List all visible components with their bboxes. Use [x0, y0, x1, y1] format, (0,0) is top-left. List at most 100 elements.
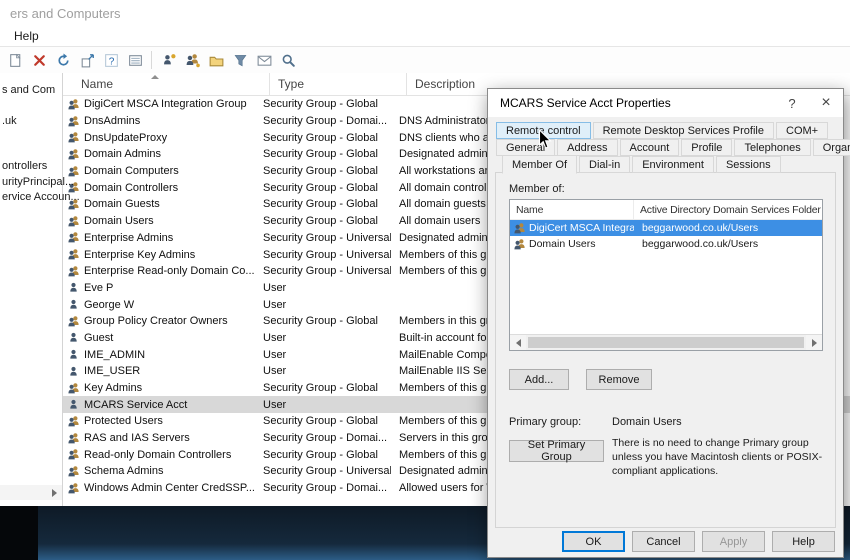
member-of-list: Name Active Directory Domain Services Fo… [509, 199, 823, 351]
cell-type: Security Group - Global [263, 448, 378, 461]
tab-profile[interactable]: Profile [681, 139, 733, 156]
cell-name: Enterprise Key Admins [63, 248, 255, 261]
tree-item[interactable]: urityPrincipal... [2, 176, 74, 188]
export-list-icon[interactable] [76, 49, 98, 71]
cell-name: MCARS Service Acct [63, 398, 255, 411]
object-name: George W [84, 298, 135, 311]
set-filter-icon[interactable] [229, 49, 251, 71]
window-titlebar: ers and Computers [0, 0, 850, 26]
delete-icon[interactable] [28, 49, 50, 71]
object-name: Domain Users [84, 215, 154, 228]
cell-type: User [263, 348, 287, 361]
menu-help[interactable]: Help [8, 27, 45, 45]
cancel-button[interactable]: Cancel [632, 531, 695, 552]
cell-name: Domain Users [63, 215, 255, 228]
object-name: Guest [84, 331, 114, 344]
view-list-icon[interactable] [124, 49, 146, 71]
refresh-icon[interactable] [52, 49, 74, 71]
ok-button[interactable]: OK [562, 531, 625, 552]
object-name: Domain Computers [84, 165, 179, 178]
object-name: Enterprise Key Admins [84, 248, 196, 261]
cell-name: Enterprise Admins [63, 231, 255, 244]
new-document-icon[interactable] [4, 49, 26, 71]
object-name: Domain Guests [84, 198, 160, 211]
object-name: MCARS Service Acct [84, 398, 188, 411]
object-name: Key Admins [84, 382, 143, 395]
member-row[interactable]: Domain Users beggarwood.co.uk/Users [510, 236, 822, 252]
tab-dial-in[interactable]: Dial-in [579, 156, 631, 173]
scroll-left-icon[interactable] [510, 335, 526, 350]
primary-group-value: Domain Users [612, 416, 682, 428]
tab-strip-row1: Remote control Remote Desktop Services Pr… [496, 122, 829, 139]
member-folder: beggarwood.co.uk/Users [642, 238, 759, 250]
tab-member-of[interactable]: Member Of [502, 155, 578, 174]
add-group-icon[interactable] [181, 49, 203, 71]
cell-name: Domain Admins [63, 148, 255, 161]
group-icon [67, 131, 80, 144]
toolbar: ? [0, 46, 850, 74]
user-icon [67, 281, 80, 294]
menu-bar: Help [0, 26, 850, 46]
send-mail-icon[interactable] [253, 49, 275, 71]
tab-organization[interactable]: Organization [812, 139, 850, 156]
cell-type: Security Group - Global [263, 415, 378, 428]
apply-button[interactable]: Apply [702, 531, 765, 552]
tab-remote-control[interactable]: Remote control [496, 122, 591, 139]
cell-name: Key Admins [63, 382, 255, 395]
scroll-right-icon[interactable] [806, 335, 822, 350]
object-name: DnsAdmins [84, 115, 141, 128]
member-name: DigiCert MSCA Integration ... [529, 222, 634, 234]
object-name: DnsUpdateProxy [84, 131, 168, 144]
member-row[interactable]: DigiCert MSCA Integration ... beggarwood.… [510, 220, 822, 236]
member-list-empty-area [510, 252, 822, 334]
set-primary-group-button[interactable]: Set Primary Group [509, 439, 604, 463]
member-list-scrollbar[interactable] [510, 334, 822, 350]
group-icon [67, 115, 80, 128]
tree-item[interactable]: ervice Accoun... [2, 191, 80, 203]
group-icon [513, 222, 526, 235]
tree-horizontal-scrollbar[interactable] [0, 485, 62, 500]
tab-com-[interactable]: COM+ [776, 122, 829, 139]
cell-name: Domain Controllers [63, 181, 255, 194]
cell-type: Security Group - Global [263, 215, 378, 228]
member-column-folder[interactable]: Active Directory Domain Services Folder [634, 200, 822, 219]
user-icon [67, 365, 80, 378]
group-icon [67, 231, 80, 244]
user-icon [67, 348, 80, 361]
tab-general[interactable]: General [496, 139, 556, 156]
tab-remote-desktop-services-profile[interactable]: Remote Desktop Services Profile [592, 122, 774, 139]
object-name: IME_ADMIN [84, 348, 146, 361]
cell-name: RAS and IAS Servers [63, 432, 255, 445]
cell-type: Security Group - Domai... [263, 482, 388, 495]
add-ou-icon[interactable] [205, 49, 227, 71]
help-icon[interactable]: ? [100, 49, 122, 71]
member-column-name[interactable]: Name [510, 200, 634, 219]
user-icon [67, 331, 80, 344]
tree-item[interactable]: .uk [2, 115, 17, 127]
tab-address[interactable]: Address [557, 139, 618, 156]
cell-type: User [263, 298, 287, 311]
group-icon [67, 482, 80, 495]
add-button[interactable]: Add... [509, 369, 569, 390]
remove-button[interactable]: Remove [586, 369, 652, 390]
scrollbar-thumb[interactable] [528, 337, 804, 348]
find-icon[interactable] [277, 49, 299, 71]
svg-text:?: ? [108, 56, 114, 67]
add-user-icon[interactable] [157, 49, 179, 71]
tab-account[interactable]: Account [619, 139, 680, 156]
primary-group-note: There is no need to change Primary group… [612, 437, 823, 477]
group-icon [67, 465, 80, 478]
tab-environment[interactable]: Environment [632, 156, 714, 173]
help-button[interactable]: Help [772, 531, 835, 552]
member-name: Domain Users [529, 238, 596, 250]
tab-telephones[interactable]: Telephones [734, 139, 811, 156]
column-header-name[interactable]: Name [63, 73, 270, 95]
tree-item[interactable]: ontrollers [2, 160, 47, 172]
column-header-type[interactable]: Type [270, 73, 407, 95]
dialog-close-button[interactable]: × [809, 89, 843, 117]
scroll-right-icon[interactable] [46, 485, 62, 500]
tab-sessions[interactable]: Sessions [715, 156, 781, 173]
dialog-help-button[interactable]: ? [775, 89, 809, 117]
tree-item[interactable]: s and Com [2, 84, 55, 96]
object-name: Enterprise Admins [84, 231, 174, 244]
